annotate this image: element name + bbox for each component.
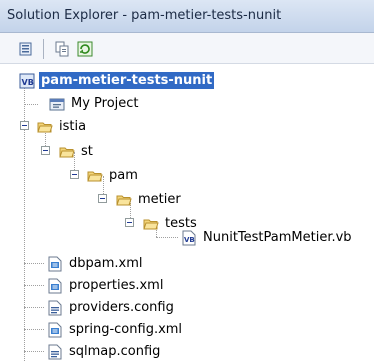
toolbar-separator <box>43 39 44 59</box>
tree-item-file[interactable]: properties.xml <box>46 275 165 296</box>
test-file-label: NunitTestPamMetier.vb <box>203 230 352 245</box>
tree-item-my-project[interactable]: My Project <box>48 93 141 114</box>
show-all-files-icon[interactable] <box>52 39 72 59</box>
svg-text:VB: VB <box>184 236 195 244</box>
toolbar <box>0 33 374 64</box>
tree-item-metier[interactable]: metier <box>115 189 183 210</box>
tree-item-file[interactable]: dbpam.xml <box>46 253 145 274</box>
collapse-toggle-st[interactable] <box>41 146 50 155</box>
file-label: properties.xml <box>69 278 164 293</box>
collapse-toggle-istia[interactable] <box>20 121 29 130</box>
tree-item-pam[interactable]: pam <box>86 165 140 186</box>
window-title: Solution Explorer - pam-metier-tests-nun… <box>7 8 282 23</box>
tree-item-project[interactable]: VB pam-metier-tests-nunit <box>18 70 215 91</box>
vb-file-icon: VB <box>180 229 197 246</box>
open-folder-icon <box>36 118 53 135</box>
file-label: providers.config <box>69 300 174 315</box>
open-folder-icon <box>115 191 132 208</box>
file-label: spring-config.xml <box>69 322 183 337</box>
tree-connector <box>24 329 44 330</box>
solution-tree: VB pam-metier-tests-nunit My Project ist… <box>0 64 374 363</box>
tree-connector <box>24 307 44 308</box>
my-project-icon <box>48 95 65 112</box>
config-file-icon <box>46 343 63 360</box>
file-label: sqlmap.config <box>69 344 161 359</box>
collapse-toggle-pam[interactable] <box>70 170 79 179</box>
refresh-icon[interactable] <box>75 39 95 59</box>
my-project-label: My Project <box>71 96 139 111</box>
tree-item-file[interactable]: providers.config <box>46 297 176 318</box>
tree-item-istia[interactable]: istia <box>36 116 88 137</box>
open-folder-icon <box>142 215 159 232</box>
istia-label: istia <box>59 119 87 134</box>
tree-connector <box>24 263 44 264</box>
open-folder-icon <box>86 167 103 184</box>
properties-icon[interactable] <box>16 39 36 59</box>
pam-label: pam <box>109 168 138 183</box>
collapse-toggle-tests[interactable] <box>125 218 134 227</box>
config-file-icon <box>46 299 63 316</box>
tree-item-file[interactable]: spring-config.xml <box>46 319 184 340</box>
vb-project-icon: VB <box>18 72 35 89</box>
xml-file-icon <box>46 277 63 294</box>
open-folder-icon <box>58 143 75 160</box>
tree-connector <box>24 351 44 352</box>
st-label: st <box>81 144 93 159</box>
metier-label: metier <box>138 192 181 207</box>
svg-text:VB: VB <box>21 78 33 87</box>
tree-connector <box>24 285 44 286</box>
tree-item-file[interactable]: sqlmap.config <box>46 341 162 362</box>
tree-connector <box>24 104 38 105</box>
xml-file-icon <box>46 321 63 338</box>
tree-item-st[interactable]: st <box>58 141 95 162</box>
file-label: dbpam.xml <box>69 256 143 271</box>
tree-connector <box>156 237 178 238</box>
window-titlebar: Solution Explorer - pam-metier-tests-nun… <box>0 0 374 33</box>
tree-item-test-file[interactable]: VB NunitTestPamMetier.vb <box>180 227 354 248</box>
xml-file-icon <box>46 255 63 272</box>
project-label: pam-metier-tests-nunit <box>39 72 215 89</box>
collapse-toggle-metier[interactable] <box>98 194 107 203</box>
